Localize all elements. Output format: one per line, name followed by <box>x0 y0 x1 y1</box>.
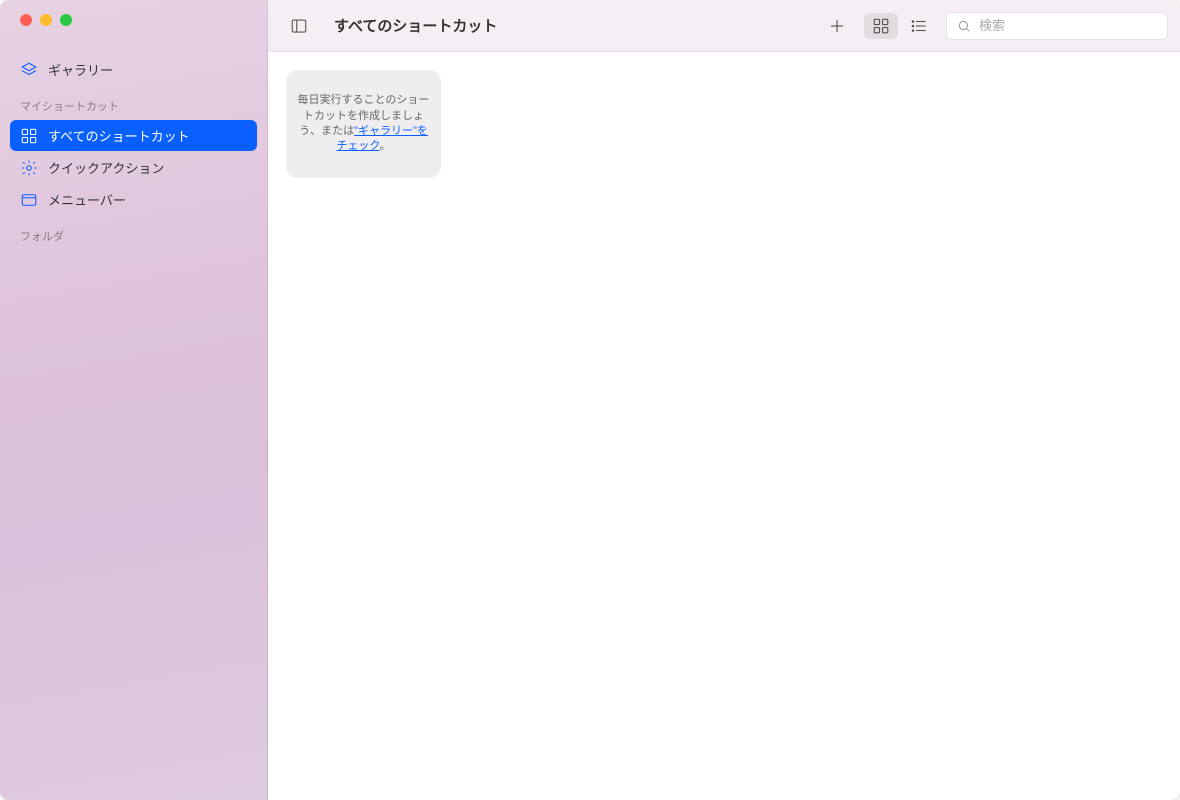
sidebar-toggle-icon <box>290 17 308 35</box>
toggle-sidebar-button[interactable] <box>282 13 316 39</box>
empty-text-after: 。 <box>380 140 391 152</box>
maximize-window-button[interactable] <box>60 14 72 26</box>
gear-icon <box>20 159 38 177</box>
sidebar-item-label: ギャラリー <box>48 60 113 79</box>
minimize-window-button[interactable] <box>40 14 52 26</box>
view-mode-group <box>864 13 936 39</box>
sidebar-item-label: クイックアクション <box>48 158 164 177</box>
sidebar-item-menu-bar[interactable]: メニューバー <box>10 184 257 215</box>
grid-view-icon <box>872 17 890 35</box>
content-area: 毎日実行することのショートカットを作成しましょう、または"ギャラリー"をチェック… <box>268 52 1180 800</box>
toolbar: すべてのショートカット <box>268 0 1180 52</box>
grid-icon <box>20 127 38 145</box>
empty-state-text: 毎日実行することのショートカットを作成しましょう、または"ギャラリー"をチェック… <box>296 93 431 155</box>
app-window: ギャラリー マイショートカット すべてのショートカット クイックアクション <box>0 0 1180 800</box>
main-area: すべてのショートカット <box>268 0 1180 800</box>
close-window-button[interactable] <box>20 14 32 26</box>
list-view-icon <box>910 17 928 35</box>
sidebar-item-quick-actions[interactable]: クイックアクション <box>10 152 257 183</box>
search-input[interactable] <box>979 18 1159 33</box>
sidebar-section-folders: フォルダ <box>0 216 267 250</box>
sidebar-list-my: すべてのショートカット クイックアクション メニューバー <box>0 120 267 216</box>
page-title: すべてのショートカット <box>334 15 497 36</box>
window-controls <box>0 14 267 54</box>
list-view-button[interactable] <box>902 13 936 39</box>
gallery-icon <box>20 61 38 79</box>
menubar-icon <box>20 191 38 209</box>
add-shortcut-button[interactable] <box>820 13 854 39</box>
search-icon <box>955 17 973 35</box>
sidebar-section-my-shortcuts: マイショートカット <box>0 86 267 120</box>
sidebar-item-all-shortcuts[interactable]: すべてのショートカット <box>10 120 257 151</box>
sidebar-item-gallery[interactable]: ギャラリー <box>10 54 257 85</box>
empty-state-card: 毎日実行することのショートカットを作成しましょう、または"ギャラリー"をチェック… <box>286 70 441 178</box>
sidebar: ギャラリー マイショートカット すべてのショートカット クイックアクション <box>0 0 268 800</box>
sidebar-item-label: すべてのショートカット <box>48 126 190 145</box>
sidebar-item-label: メニューバー <box>48 190 126 209</box>
grid-view-button[interactable] <box>864 13 898 39</box>
sidebar-list: ギャラリー <box>0 54 267 86</box>
search-field[interactable] <box>946 12 1168 40</box>
plus-icon <box>828 17 846 35</box>
